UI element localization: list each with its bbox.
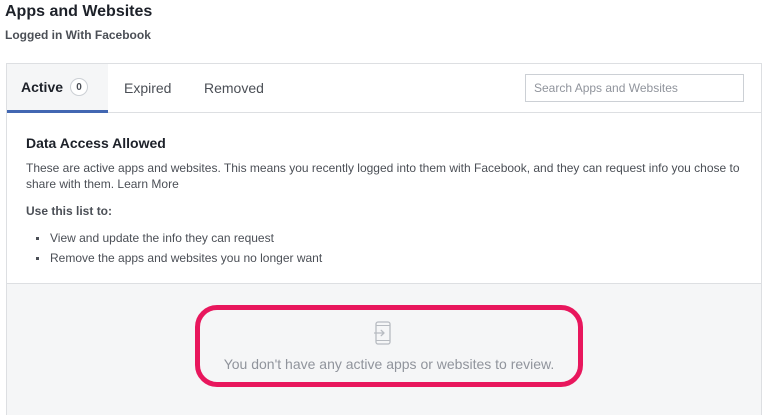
use-list-heading: Use this list to: bbox=[26, 204, 113, 218]
use-list: View and update the info they can reques… bbox=[26, 228, 761, 268]
empty-state: You don't have any active apps or websit… bbox=[7, 284, 761, 415]
device-app-icon bbox=[374, 321, 391, 345]
empty-state-message: You don't have any active apps or websit… bbox=[223, 356, 555, 372]
tab-expired[interactable]: Expired bbox=[124, 64, 171, 112]
tab-active[interactable]: Active 0 bbox=[7, 64, 108, 113]
learn-more-link[interactable]: Learn More bbox=[117, 177, 178, 191]
page-title: Apps and Websites bbox=[5, 3, 153, 20]
highlight-annotation bbox=[195, 305, 583, 387]
page-subtitle: Logged in With Facebook bbox=[5, 28, 151, 42]
info-heading: Data Access Allowed bbox=[26, 135, 166, 151]
list-item: Remove the apps and websites you no long… bbox=[26, 248, 761, 268]
apps-panel: Active 0 Expired Removed Data Access All… bbox=[6, 63, 762, 415]
tab-bar: Active 0 Expired Removed bbox=[7, 64, 761, 113]
info-section: Data Access Allowed These are active app… bbox=[7, 113, 761, 284]
search-input[interactable] bbox=[525, 74, 744, 102]
tab-removed-label: Removed bbox=[204, 80, 264, 96]
tab-expired-label: Expired bbox=[124, 80, 172, 96]
tab-active-count-badge: 0 bbox=[70, 78, 89, 96]
tab-removed[interactable]: Removed bbox=[204, 64, 264, 112]
info-description: These are active apps and websites. This… bbox=[26, 160, 746, 192]
tab-active-label: Active bbox=[21, 79, 64, 95]
list-item: View and update the info they can reques… bbox=[26, 228, 761, 248]
